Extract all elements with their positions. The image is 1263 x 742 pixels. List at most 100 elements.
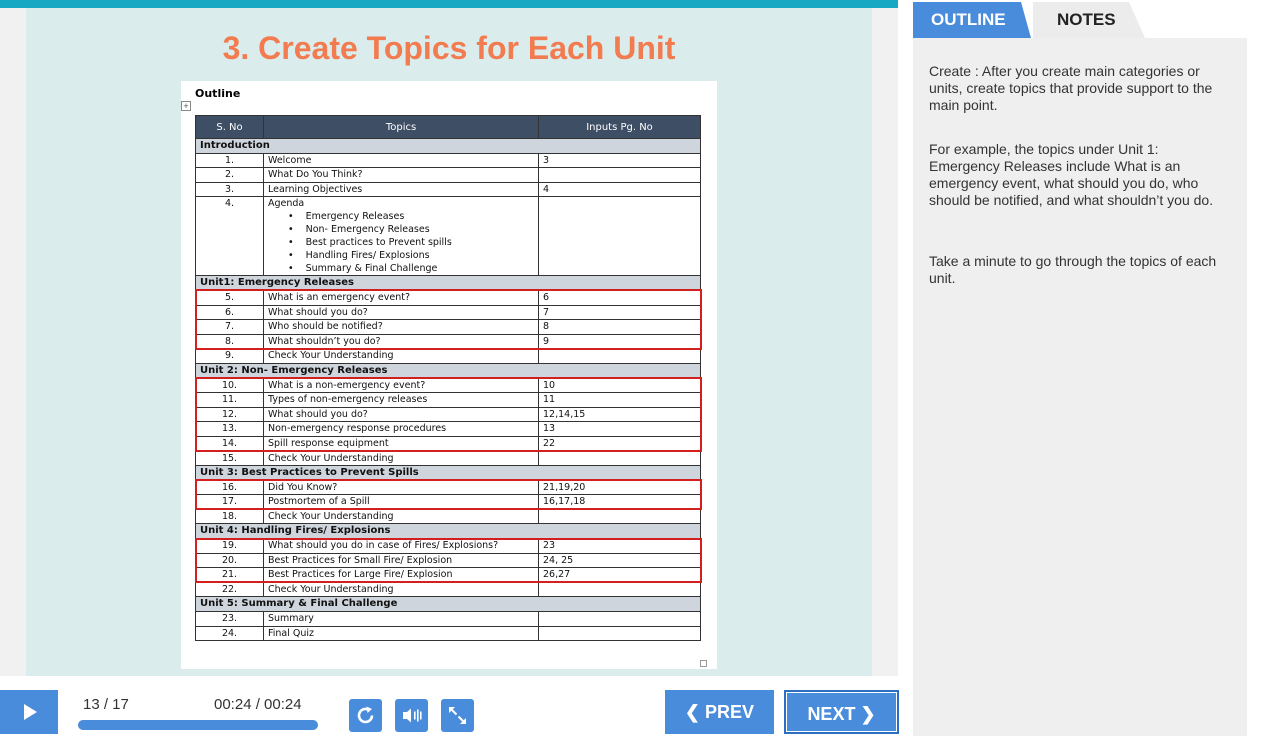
row-pages: 4	[538, 181, 701, 198]
row-pages: 11	[538, 392, 701, 408]
row-pages: 3	[538, 152, 701, 169]
row-number: 15.	[195, 450, 264, 467]
row-topic: Postmortem of a Spill	[263, 494, 539, 510]
table-row: 21. Best Practices for Large Fire/ Explos…	[195, 567, 701, 583]
row-topic: Check Your Understanding	[263, 348, 539, 364]
row-pages: 26,27	[538, 567, 701, 583]
header-topics: Topics	[263, 115, 539, 139]
row-number: 20.	[195, 552, 264, 569]
tab-notes[interactable]: NOTES	[1033, 2, 1145, 38]
table-row: 23. Summary	[195, 611, 701, 627]
table-row: 19. What should you do in case of Fires/ …	[195, 538, 701, 554]
slide-title: 3. Create Topics for Each Unit	[222, 30, 676, 66]
notes-panel: Create : After you create main categorie…	[913, 38, 1247, 736]
table-section-row: Unit 4: Handling Fires/ Explosions	[195, 523, 701, 540]
row-topic: Non-emergency response procedures	[263, 421, 539, 437]
row-number: 24.	[195, 625, 264, 642]
row-topic: Did You Know?	[263, 479, 539, 496]
agenda-item: Handling Fires/ Explosions	[288, 249, 534, 262]
header-pages: Inputs Pg. No	[538, 115, 701, 139]
row-pages: 22	[538, 435, 701, 452]
table-row: 8. What shouldn’t you do? 9	[195, 333, 701, 350]
section-label: Unit 3: Best Practices to Prevent Spills	[195, 465, 701, 481]
table-section-row: Unit1: Emergency Releases	[195, 275, 701, 291]
row-pages: 10	[538, 377, 701, 394]
row-number: 1.	[195, 152, 264, 169]
row-number: 12.	[195, 406, 264, 423]
note-paragraph: Take a minute to go through the topics o…	[929, 253, 1217, 286]
table-row: 24. Final Quiz	[195, 625, 701, 642]
table-row: 10. What is a non-emergency event? 10	[195, 377, 701, 394]
row-number: 21.	[195, 567, 264, 583]
agenda-list: Emergency ReleasesNon- Emergency Release…	[268, 210, 534, 275]
prev-button[interactable]: ❮ PREV	[665, 690, 774, 734]
next-label: NEXT	[807, 704, 856, 724]
table-section-row: Introduction	[195, 138, 701, 154]
fullscreen-icon	[449, 707, 466, 724]
sidebar: OUTLINE NOTES Create : After you create …	[913, 0, 1263, 742]
progress-bar[interactable]	[78, 720, 318, 730]
row-pages: 13	[538, 421, 701, 437]
table-row: 12. What should you do? 12,14,15	[195, 406, 701, 423]
row-pages: 23	[538, 538, 701, 554]
agenda-item-label: Summary & Final Challenge	[305, 263, 438, 275]
play-button[interactable]	[0, 690, 58, 734]
table-resize-handle	[700, 660, 707, 667]
row-number: 22.	[195, 581, 264, 598]
table-row: 11. Types of non-emergency releases 11	[195, 392, 701, 408]
row-pages: 16,17,18	[538, 494, 701, 510]
slide-stage: 3. Create Topics for Each Unit Outline +…	[0, 0, 898, 676]
agenda-item-label: Best practices to Prevent spills	[305, 237, 452, 249]
row-topic: Check Your Understanding	[263, 508, 539, 525]
table-section-row: Unit 3: Best Practices to Prevent Spills	[195, 465, 701, 481]
table-row: 18. Check Your Understanding	[195, 508, 701, 525]
row-pages	[538, 508, 701, 525]
agenda-item: Emergency Releases	[288, 210, 534, 223]
row-pages: 6	[538, 289, 701, 306]
row-topic: Check Your Understanding	[263, 450, 539, 467]
outline-table: S. No Topics Inputs Pg. No Introduction 1…	[195, 115, 701, 642]
volume-button[interactable]	[395, 699, 428, 732]
agenda-item: Best practices to Prevent spills	[288, 236, 534, 249]
row-topic: Best Practices for Small Fire/ Explosion	[263, 552, 539, 569]
table-row: 9. Check Your Understanding	[195, 348, 701, 364]
table-row: 4.AgendaEmergency ReleasesNon- Emergency…	[195, 196, 701, 277]
replay-button[interactable]	[349, 699, 382, 732]
table-row: 20. Best Practices for Small Fire/ Explos…	[195, 552, 701, 569]
row-topic: What should you do?	[263, 406, 539, 423]
row-topic: AgendaEmergency ReleasesNon- Emergency R…	[263, 196, 539, 277]
row-pages	[538, 611, 701, 627]
table-row: 7. Who should be notified? 8	[195, 319, 701, 335]
section-label: Introduction	[195, 138, 701, 154]
table-row: 5. What is an emergency event? 6	[195, 289, 701, 306]
row-number: 5.	[195, 289, 264, 306]
row-topic: What should you do?	[263, 304, 539, 321]
row-number: 9.	[195, 348, 264, 364]
outline-document: Outline + S. No Topics Inputs Pg. No Int…	[181, 81, 717, 669]
document-outline-label: Outline	[195, 87, 241, 100]
row-number: 18.	[195, 508, 264, 525]
row-topic: Best Practices for Large Fire/ Explosion	[263, 567, 539, 583]
chevron-right-icon: ❯	[860, 704, 876, 724]
prev-label: PREV	[705, 702, 755, 722]
section-label: Unit 2: Non- Emergency Releases	[195, 362, 701, 379]
tab-outline[interactable]: OUTLINE	[913, 2, 1031, 38]
header-sno: S. No	[195, 115, 264, 139]
row-topic: What Do You Think?	[263, 167, 539, 183]
table-row: 2. What Do You Think?	[195, 167, 701, 183]
table-row: 1. Welcome 3	[195, 152, 701, 169]
row-topic: What shouldn’t you do?	[263, 333, 539, 350]
section-label: Unit 4: Handling Fires/ Explosions	[195, 523, 701, 540]
table-row: 3. Learning Objectives 4	[195, 181, 701, 198]
next-button[interactable]: NEXT ❯	[784, 690, 899, 734]
slide-canvas: 3. Create Topics for Each Unit Outline +…	[26, 8, 872, 676]
row-topic: Welcome	[263, 152, 539, 169]
row-number: 13.	[195, 421, 264, 437]
agenda-item-label: Non- Emergency Releases	[305, 224, 430, 236]
row-number: 10.	[195, 377, 264, 394]
fullscreen-button[interactable]	[441, 699, 474, 732]
table-row: 17. Postmortem of a Spill 16,17,18	[195, 494, 701, 510]
row-pages: 24, 25	[538, 552, 701, 569]
section-label: Unit1: Emergency Releases	[195, 275, 701, 291]
row-pages: 8	[538, 319, 701, 335]
